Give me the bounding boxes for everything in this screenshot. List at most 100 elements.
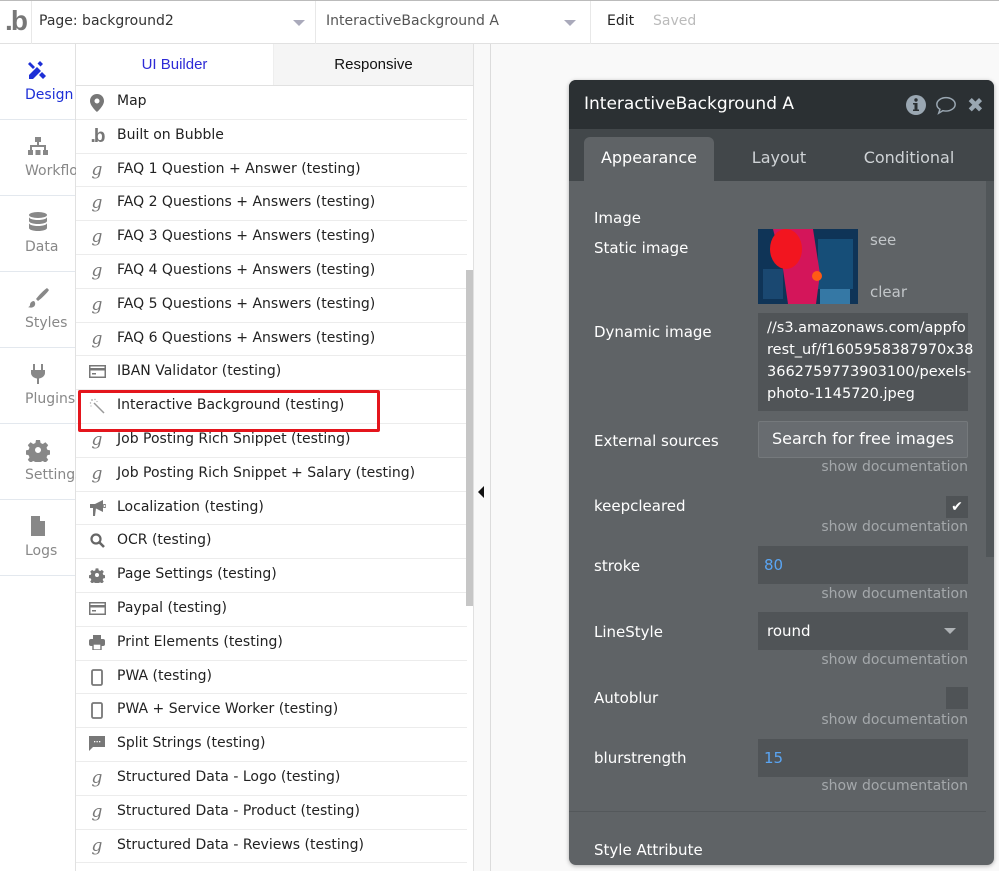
nav-label: Styles bbox=[25, 315, 68, 331]
nav-design[interactable]: Design bbox=[0, 44, 75, 120]
bubble-logo-icon[interactable]: .b bbox=[0, 1, 32, 44]
close-icon[interactable]: ✖ bbox=[967, 94, 989, 116]
element-list-item[interactable]: g FAQ 3 Questions + Answers (testing) bbox=[76, 221, 467, 255]
nav-logs[interactable]: Logs bbox=[0, 500, 75, 576]
show-documentation-link[interactable]: show documentation bbox=[821, 519, 968, 535]
element-list-item[interactable]: Paypal (testing) bbox=[76, 593, 467, 627]
show-documentation-link[interactable]: show documentation bbox=[821, 778, 968, 794]
static-image-thumbnail[interactable] bbox=[758, 229, 858, 304]
element-list-item[interactable]: OCR (testing) bbox=[76, 525, 467, 560]
chevron-down-icon bbox=[944, 628, 956, 634]
tab-layout[interactable]: Layout bbox=[724, 137, 834, 181]
tab-conditional[interactable]: Conditional bbox=[844, 137, 974, 181]
element-list-item[interactable]: g Job Posting Rich Snippet (testing) bbox=[76, 424, 467, 458]
dynamic-image-field[interactable]: //s3.amazonaws.com/appfo rest_uf/f160595… bbox=[758, 313, 974, 411]
top-bar: .b Page: background2 InteractiveBackgrou… bbox=[0, 0, 999, 44]
chevron-down-icon bbox=[293, 20, 305, 26]
element-list-item-label: Structured Data - Product (testing) bbox=[117, 802, 360, 819]
image-thumbnail-graphic bbox=[758, 229, 858, 304]
show-documentation-link[interactable]: show documentation bbox=[821, 459, 968, 475]
tab-responsive[interactable]: Responsive bbox=[273, 44, 473, 85]
element-list-item[interactable]: g FAQ 5 Questions + Answers (testing) bbox=[76, 289, 467, 323]
autoblur-label: Autoblur bbox=[594, 689, 659, 707]
element-list-item-selected[interactable]: Interactive Background (testing) bbox=[76, 390, 467, 432]
element-list-item-label: OCR (testing) bbox=[117, 532, 212, 549]
editor-header[interactable]: InteractiveBackground A ✖ bbox=[569, 80, 994, 129]
element-list-item-label: Built on Bubble bbox=[117, 126, 224, 143]
collapse-panel-icon[interactable] bbox=[478, 486, 484, 498]
element-list-item[interactable]: PWA + Service Worker (testing) bbox=[76, 694, 467, 729]
stroke-input[interactable]: 80 bbox=[758, 546, 968, 584]
element-list-item[interactable]: g Job Posting Rich Snippet + Salary (test… bbox=[76, 458, 467, 492]
autoblur-checkbox[interactable] bbox=[946, 687, 968, 709]
element-list-item[interactable]: g FAQ 2 Questions + Answers (testing) bbox=[76, 187, 467, 222]
dynamic-image-label: Dynamic image bbox=[594, 323, 712, 341]
google-g-icon: g bbox=[91, 328, 103, 349]
dynamic-image-line: //s3.amazonaws.com/appfo bbox=[767, 320, 966, 336]
style-attribute-label: Style Attribute bbox=[594, 841, 703, 859]
element-list: Map .b Built on Bubble g FAQ 1 Question + An… bbox=[76, 86, 467, 864]
linestyle-dropdown[interactable]: round bbox=[758, 612, 968, 650]
show-documentation-link[interactable]: show documentation bbox=[821, 712, 968, 728]
document-icon bbox=[30, 516, 45, 536]
page-selector-dropdown[interactable]: Page: background2 bbox=[32, 1, 316, 44]
element-list-item[interactable]: Page Settings (testing) bbox=[76, 559, 467, 593]
see-image-link[interactable]: see bbox=[870, 231, 896, 249]
element-list-item[interactable]: g Structured Data - Logo (testing) bbox=[76, 762, 467, 796]
element-selector-value: InteractiveBackground A bbox=[326, 13, 499, 29]
element-list-item[interactable]: g Structured Data - Product (testing) bbox=[76, 796, 467, 830]
dynamic-image-line: rest_uf/f1605958387970x38 bbox=[767, 342, 974, 358]
nav-label: Plugins bbox=[25, 391, 76, 407]
external-sources-label: External sources bbox=[594, 432, 719, 450]
nav-label: Design bbox=[25, 87, 74, 103]
show-documentation-link[interactable]: show documentation bbox=[821, 586, 968, 602]
element-list-item-label: FAQ 1 Question + Answer (testing) bbox=[117, 160, 361, 177]
tab-appearance[interactable]: Appearance bbox=[584, 137, 714, 181]
element-list-item-label: Job Posting Rich Snippet + Salary (testi… bbox=[117, 464, 416, 481]
tab-ui-builder[interactable]: UI Builder bbox=[76, 44, 273, 85]
keepcleared-checkbox[interactable]: ✔ bbox=[946, 496, 968, 518]
element-list-item[interactable]: PWA (testing) bbox=[76, 661, 467, 695]
blurstrength-input[interactable]: 15 bbox=[758, 739, 968, 777]
element-list-item[interactable]: g FAQ 4 Questions + Answers (testing) bbox=[76, 255, 467, 289]
element-list-item[interactable]: .b Built on Bubble bbox=[76, 120, 467, 154]
palette-tabs: UI Builder Responsive bbox=[76, 44, 473, 86]
nav-plugins[interactable]: Plugins bbox=[0, 348, 75, 424]
printer-icon bbox=[88, 634, 106, 653]
element-list-item-label: Localization (testing) bbox=[117, 498, 264, 515]
element-list-scrollbar[interactable] bbox=[466, 270, 473, 606]
linestyle-label: LineStyle bbox=[594, 623, 663, 641]
google-g-icon: g bbox=[91, 193, 103, 214]
edit-menu[interactable]: Edit bbox=[607, 13, 634, 29]
element-list-item[interactable]: g FAQ 6 Questions + Answers (testing) bbox=[76, 323, 467, 357]
nav-settings[interactable]: Settings bbox=[0, 424, 82, 500]
editor-scrollbar[interactable] bbox=[986, 181, 994, 557]
element-list-item[interactable]: Localization (testing) bbox=[76, 492, 467, 526]
element-list-item-label: Page Settings (testing) bbox=[117, 566, 277, 583]
comment-icon[interactable] bbox=[935, 94, 957, 116]
element-list-item[interactable]: Print Elements (testing) bbox=[76, 627, 467, 661]
element-selector-dropdown[interactable]: InteractiveBackground A bbox=[316, 1, 591, 44]
keepcleared-label: keepcleared bbox=[594, 497, 686, 515]
element-list-item-label: Job Posting Rich Snippet (testing) bbox=[117, 430, 351, 447]
element-list-item[interactable]: IBAN Validator (testing) bbox=[76, 356, 467, 391]
nav-data[interactable]: Data bbox=[0, 196, 75, 272]
element-list-item[interactable]: g FAQ 1 Question + Answer (testing) bbox=[76, 154, 467, 188]
brush-icon bbox=[27, 288, 49, 308]
credit-card-icon bbox=[88, 601, 106, 619]
gear-icon bbox=[88, 567, 106, 586]
element-list-item[interactable]: Map bbox=[76, 86, 467, 120]
element-list-item[interactable]: Split Strings (testing) bbox=[76, 728, 467, 762]
search-free-images-button[interactable]: Search for free images bbox=[758, 421, 968, 458]
nav-label: Data bbox=[25, 239, 59, 255]
blurstrength-label: blurstrength bbox=[594, 749, 687, 767]
section-divider bbox=[569, 811, 986, 812]
megaphone-icon bbox=[88, 499, 106, 518]
clear-image-link[interactable]: clear bbox=[870, 283, 907, 301]
show-documentation-link[interactable]: show documentation bbox=[821, 652, 968, 668]
info-icon[interactable] bbox=[905, 94, 927, 116]
element-list-item[interactable]: g Structured Data - Reviews (testing) bbox=[76, 830, 467, 864]
nav-workflow[interactable]: Workflow bbox=[0, 120, 89, 196]
google-g-icon: g bbox=[91, 463, 103, 484]
nav-styles[interactable]: Styles bbox=[0, 272, 75, 348]
